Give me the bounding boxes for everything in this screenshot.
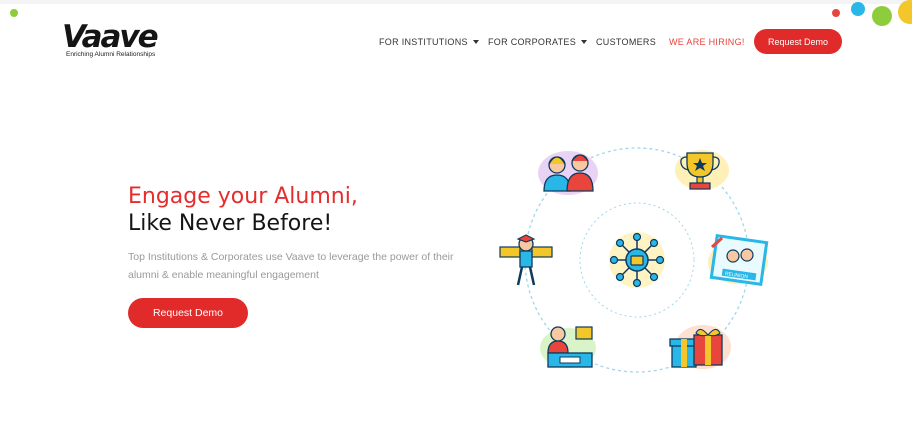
decor-dot-green (10, 9, 18, 17)
hero-request-demo-button[interactable]: Request Demo (128, 298, 248, 328)
logo-tagline: Enriching Alumni Relationships (66, 51, 156, 58)
header-request-demo-button[interactable]: Request Demo (754, 29, 842, 54)
logo-wordmark: Vaave (62, 19, 159, 55)
caret-down-icon (472, 40, 479, 44)
gift-icon (669, 325, 731, 369)
alumni-engagement-illustration: REUNION (499, 147, 769, 373)
hero-title-line2: Like Never Before! (128, 211, 333, 236)
trophy-icon (675, 150, 729, 190)
caret-down-icon (581, 40, 588, 44)
decor-dot-green-large (872, 6, 892, 26)
speaker-podium-icon (540, 326, 596, 368)
nav-customers[interactable]: CUSTOMERS (596, 37, 656, 47)
decor-dot-red (832, 9, 840, 17)
nav-label: FOR CORPORATES (488, 37, 577, 47)
nav-for-corporates[interactable]: FOR CORPORATES (488, 37, 588, 47)
nav-we-are-hiring[interactable]: WE ARE HIRING! (669, 37, 745, 47)
decor-dot-yellow (898, 0, 912, 24)
nav-label: WE ARE HIRING! (669, 37, 745, 47)
hero-title-line1: Engage your Alumni, (128, 184, 358, 209)
reunion-photo-icon: REUNION (708, 234, 769, 286)
people-icon (538, 151, 598, 195)
nav-label: CUSTOMERS (596, 37, 657, 47)
brand-logo[interactable]: Vaave Enriching Alumni Relationships (62, 19, 174, 62)
top-border (0, 0, 912, 4)
nav-for-institutions[interactable]: FOR INSTITUTIONS (379, 37, 479, 47)
hero-subtitle: Top Institutions & Corporates use Vaave … (128, 251, 454, 281)
decor-dot-blue (851, 2, 865, 16)
network-hub-icon (609, 232, 665, 288)
graduate-icon (499, 234, 553, 286)
nav-label: FOR INSTITUTIONS (379, 37, 468, 47)
